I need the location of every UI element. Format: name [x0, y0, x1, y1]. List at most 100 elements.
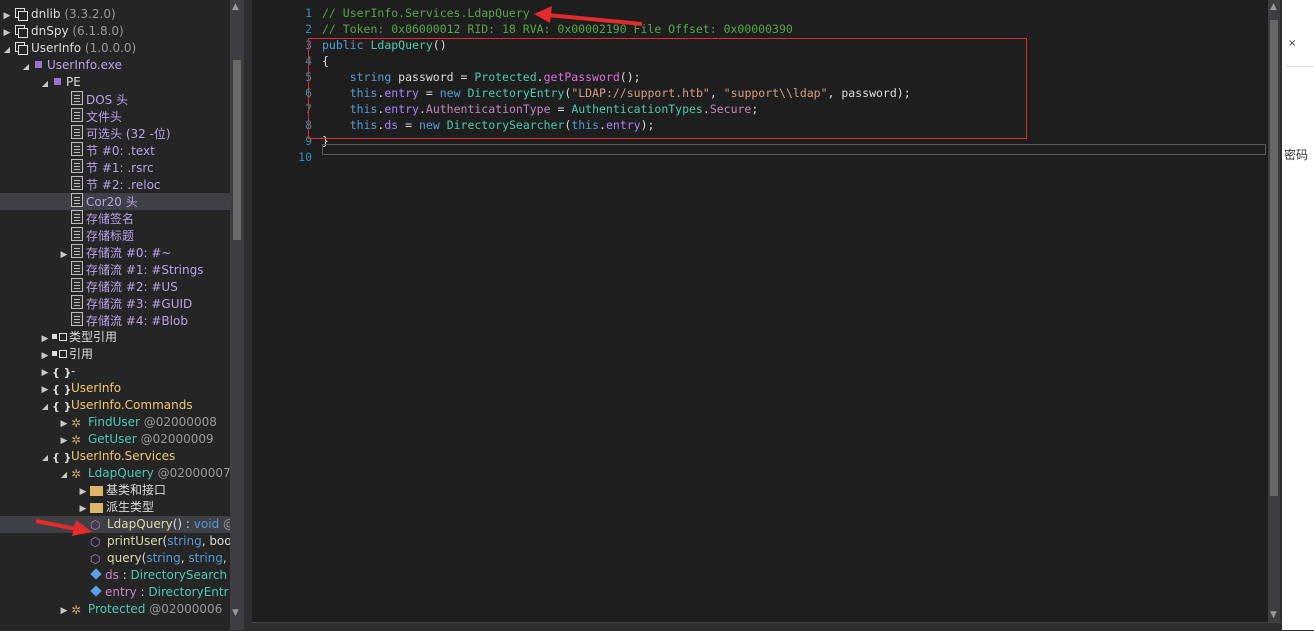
scroll-down-arrow-icon[interactable]: ▼ — [232, 608, 239, 618]
editor-scrollbar-thumb[interactable] — [1270, 20, 1278, 496]
tree-node[interactable]: ▶ 存储流 #0: #~ — [0, 244, 230, 261]
tree-node-label: UserInfo — [31, 41, 85, 55]
tree-node[interactable]: ▶ 派生类型 — [0, 499, 230, 516]
expand-toggle-icon[interactable]: ▶ — [59, 603, 69, 620]
method-icon: ⬡ — [90, 552, 101, 566]
tree-node[interactable]: ▶ ✲ Protected @02000006 — [0, 601, 230, 618]
tree-node-label: DirectorySearch — [130, 568, 228, 582]
expand-toggle-icon[interactable]: ◢ — [2, 41, 12, 58]
tree-node[interactable]: ◢ UserInfo.exe — [0, 57, 230, 74]
document-icon — [71, 159, 83, 173]
code-token: public — [322, 38, 371, 52]
editor-scrollbar[interactable]: ▲ ▼ — [1268, 0, 1280, 625]
tree-node[interactable]: ◢{ }UserInfo.Commands — [0, 397, 230, 414]
tree-node-label: string — [188, 551, 223, 565]
code-line: this.entry = new DirectoryEntry("LDAP://… — [322, 85, 911, 101]
tree-node-label: DirectoryEntr — [148, 585, 229, 599]
tree-node[interactable]: ◢ UserInfo (1.0.0.0) — [0, 40, 230, 57]
tree-node[interactable]: ▶ dnlib (3.3.2.0) — [0, 6, 230, 23]
expand-toggle-icon[interactable]: ◢ — [40, 75, 50, 92]
tree-node-label: , boo — [201, 534, 230, 548]
expand-toggle-icon[interactable]: ◢ — [40, 398, 50, 415]
tree-node[interactable]: ▶ 引用 — [0, 346, 230, 363]
tree-node-label: string — [146, 551, 181, 565]
tree-node-label: UserInfo.Commands — [71, 398, 193, 412]
code-token: (); — [619, 70, 641, 84]
code-editor[interactable]: 1 2 3 4 5 6 7 8 9 10 // UserInfo.Services.LdapQue… — [252, 0, 1280, 625]
line-number: 5 — [305, 70, 312, 84]
tree-node[interactable]: ▶ 基类和接口 — [0, 482, 230, 499]
code-token: Protected — [474, 70, 537, 84]
tree-node[interactable]: 节 #2: .reloc — [0, 176, 230, 193]
code-token: ds — [384, 118, 399, 132]
line-number: 10 — [298, 150, 312, 164]
scroll-up-arrow-icon[interactable]: ▲ — [1270, 2, 1277, 12]
tree-node[interactable]: ▶ 类型引用 — [0, 329, 230, 346]
tree-node-label: @02000008 — [143, 415, 217, 429]
tree-node-label: 基类和接口 — [106, 483, 167, 497]
tree-node-label: LdapQuery — [107, 517, 173, 531]
tree-node[interactable]: 可选头 (32 -位) — [0, 125, 230, 142]
tree-node[interactable]: 存储流 #4: #Blob — [0, 312, 230, 329]
tree-node-label: 存储流 #2: #US — [86, 280, 178, 294]
tree-node[interactable]: 存储标题 — [0, 227, 230, 244]
code-token: . — [702, 102, 710, 116]
tree-node[interactable]: 节 #0: .text — [0, 142, 230, 159]
tree-node-label: 存储签名 — [86, 212, 135, 226]
tree-node[interactable]: ds : DirectorySearch — [0, 567, 230, 584]
code-token: = — [550, 102, 572, 116]
code-token: , — [709, 86, 724, 100]
document-icon — [71, 176, 83, 190]
tree-node[interactable]: ▶{ }UserInfo — [0, 380, 230, 397]
tree-node-label: - — [71, 364, 76, 378]
expand-toggle-icon[interactable]: ◢ — [59, 466, 69, 483]
tree-node-label: PE — [66, 75, 81, 89]
tree-node[interactable]: Cor20 头 — [0, 193, 230, 210]
tree-node-label: 节 #1: .rsrc — [86, 161, 154, 175]
tree-node[interactable]: ⬡ printUser(string, boo — [0, 533, 230, 550]
tree-node-label: LdapQuery — [88, 466, 158, 480]
tree-node[interactable]: DOS 头 — [0, 91, 230, 108]
tree-node[interactable]: ▶ dnSpy (6.1.8.0) — [0, 23, 230, 40]
tree-node-label: 节 #0: .text — [86, 144, 155, 158]
tree-node[interactable]: entry : DirectoryEntr — [0, 584, 230, 601]
tree-node[interactable]: ⬡ query(string, string, — [0, 550, 230, 567]
code-token: this — [349, 102, 378, 116]
tree-node[interactable]: ▶ ✲ GetUser @02000009 — [0, 431, 230, 448]
tree-node[interactable]: 存储流 #1: #Strings — [0, 261, 230, 278]
scroll-up-arrow-icon[interactable]: ▲ — [232, 2, 239, 12]
expand-toggle-icon[interactable]: ◢ — [21, 58, 31, 75]
close-icon[interactable]: × — [1288, 38, 1296, 49]
tree-node[interactable]: ▶ ✲ FindUser @02000008 — [0, 414, 230, 431]
document-icon — [71, 244, 83, 258]
code-token: new — [439, 86, 468, 100]
line-number: 9 — [305, 134, 312, 148]
document-icon — [71, 295, 83, 309]
document-icon — [71, 210, 83, 224]
tree-node[interactable]: 节 #1: .rsrc — [0, 159, 230, 176]
tree-node[interactable]: ◢{ }UserInfo.Services — [0, 448, 230, 465]
tree-node-label: 存储流 #4: #Blob — [86, 314, 188, 328]
tree-node-label: 派生类型 — [106, 500, 155, 514]
tree-scrollbar[interactable]: ▲ ▼ — [230, 0, 244, 630]
tree-node[interactable]: ▶{ }- — [0, 363, 230, 380]
tree-node[interactable]: 存储签名 — [0, 210, 230, 227]
scroll-down-arrow-icon[interactable]: ▼ — [1270, 610, 1277, 620]
tree-node-label: 存储流 #0: #~ — [86, 246, 172, 260]
code-line: this.entry.AuthenticationType = Authenti… — [322, 101, 759, 117]
tree-node[interactable]: 存储流 #3: #GUID — [0, 295, 230, 312]
expand-toggle-icon[interactable]: ◢ — [40, 449, 50, 466]
tree-node-label: UserInfo — [71, 381, 122, 395]
assembly-explorer-tree[interactable]: ▶ dnlib (3.3.2.0) ▶ dnSpy (6.1.8.0) ◢ UserInf… — [0, 0, 230, 630]
tree-node-label: : — [136, 585, 149, 599]
tree-node-label: @02000009 — [140, 432, 214, 446]
tree-node[interactable]: 存储流 #2: #US — [0, 278, 230, 295]
method-icon: ⬡ — [90, 535, 101, 549]
tree-node[interactable]: ⬡ LdapQuery() : void @ — [0, 516, 230, 533]
tree-node[interactable]: ◢ PE — [0, 74, 230, 91]
tree-node-label: void — [193, 517, 220, 531]
tree-node[interactable]: ◢ ✲ LdapQuery @02000007 — [0, 465, 230, 482]
tree-node[interactable]: 文件头 — [0, 108, 230, 125]
tree-scrollbar-thumb[interactable] — [233, 60, 241, 240]
